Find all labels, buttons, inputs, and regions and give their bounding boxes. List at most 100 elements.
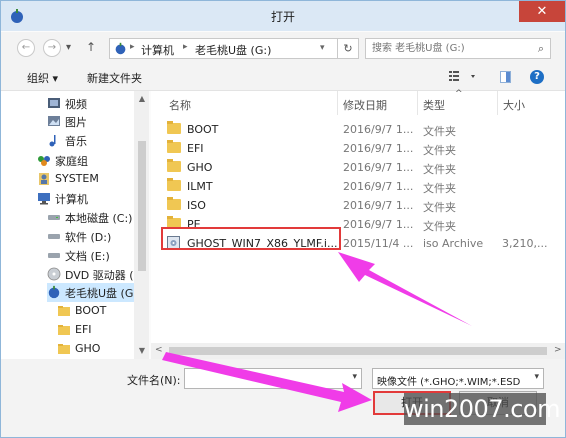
file-name: EFI xyxy=(187,142,204,155)
watermark: win2007.com xyxy=(404,393,560,425)
folder-icon xyxy=(167,197,181,210)
file-row[interactable]: EFI 2016/9/7 1... 文件夹 xyxy=(163,139,549,158)
nav-item-label: DVD 驱动器 (F xyxy=(65,269,140,282)
filename-label: 文件名(N): xyxy=(127,374,181,387)
usb-drive-icon xyxy=(48,285,60,299)
back-button[interactable]: ← xyxy=(17,39,35,57)
file-type: 文件夹 xyxy=(423,220,456,233)
file-name: GHO xyxy=(187,161,213,174)
close-button[interactable]: ✕ xyxy=(519,1,565,22)
organize-button[interactable]: 组织 ▾ xyxy=(27,70,58,86)
title-bar[interactable]: 打开 ✕ xyxy=(1,1,565,31)
chevron-down-icon[interactable]: ▾ xyxy=(352,372,357,382)
file-date: 2016/9/7 1... xyxy=(343,142,414,155)
file-row[interactable]: BOOT 2016/9/7 1... 文件夹 xyxy=(163,120,549,139)
nav-item-label: 视频 xyxy=(65,98,87,111)
window-title: 打开 xyxy=(270,10,295,24)
music-icon xyxy=(49,135,56,147)
drive-icon xyxy=(48,234,60,239)
refresh-button[interactable]: ↻ xyxy=(337,38,359,59)
file-type: 文件夹 xyxy=(423,163,456,176)
new-folder-button[interactable]: 新建文件夹 xyxy=(87,70,142,86)
nav-scrollbar[interactable]: ▲ ▼ xyxy=(134,91,149,359)
video-icon xyxy=(48,98,60,108)
file-list: 名称 修改日期 类型 ^ 大小 BOOT 2016/9/7 1... 文件夹 E… xyxy=(151,89,565,359)
navigation-pane: 视频 图片 音乐 家庭组 SYSTEM 计算机 本地磁盘 (C:) 软件 (D:… xyxy=(1,91,149,359)
file-name: BOOT xyxy=(187,123,219,136)
address-bar[interactable]: ▸ 计算机 ▸ 老毛桃U盘 (G:) ▾ xyxy=(109,38,359,59)
column-name[interactable]: 名称 xyxy=(169,97,191,113)
view-options-icon[interactable] xyxy=(447,69,479,85)
drive-icon xyxy=(48,215,60,220)
search-input[interactable] xyxy=(372,41,522,56)
scrollbar-thumb[interactable] xyxy=(169,347,547,355)
drive-icon xyxy=(48,253,60,258)
toolbar: 组织 ▾ 新建文件夹 ? xyxy=(1,64,565,91)
file-date: 2016/9/7 1... xyxy=(343,123,414,136)
up-button[interactable]: ↑ xyxy=(86,40,96,54)
nav-item-label: SYSTEM xyxy=(55,172,99,185)
nav-item-label: 本地磁盘 (C:) xyxy=(65,212,133,225)
nav-item-label: 计算机 xyxy=(55,193,88,206)
user-icon xyxy=(39,173,49,185)
breadcrumb-separator-icon: ▸ xyxy=(183,42,188,52)
file-date: 2015/11/4 ... xyxy=(343,237,414,250)
column-divider[interactable] xyxy=(417,91,418,115)
scroll-up-icon[interactable]: ▲ xyxy=(137,94,147,103)
nav-item-label: BOOT xyxy=(75,304,107,317)
computer-icon xyxy=(38,193,50,205)
preview-pane-icon[interactable] xyxy=(500,71,511,83)
recent-locations-icon[interactable]: ▾ xyxy=(66,42,71,53)
breadcrumb-separator-icon: ▸ xyxy=(130,42,135,52)
picture-icon xyxy=(48,116,60,126)
sort-indicator-icon: ^ xyxy=(455,89,463,99)
file-type: iso Archive xyxy=(423,237,484,250)
homegroup-icon xyxy=(38,156,50,166)
help-icon[interactable]: ? xyxy=(530,70,544,84)
file-date: 2016/9/7 1... xyxy=(343,199,414,212)
horizontal-scrollbar[interactable]: < > xyxy=(151,343,565,359)
filetype-select[interactable]: 映像文件 (*.GHO;*.WIM;*.ESD ▾ xyxy=(372,368,544,389)
nav-item-label: 图片 xyxy=(65,116,87,129)
filename-input[interactable]: ▾ xyxy=(184,368,362,389)
scroll-right-icon[interactable]: > xyxy=(554,345,562,355)
dvd-icon xyxy=(47,267,61,281)
address-row: ← → ▾ ↑ ▸ 计算机 ▸ 老毛桃U盘 (G:) ▾ ↻ ⌕ xyxy=(1,32,565,64)
filetype-value: 映像文件 (*.GHO;*.WIM;*.ESD xyxy=(377,377,521,388)
column-divider[interactable] xyxy=(337,91,338,115)
file-type: 文件夹 xyxy=(423,125,456,138)
file-name: ISO xyxy=(187,199,206,212)
folder-icon xyxy=(167,121,181,134)
chevron-down-icon[interactable]: ▾ xyxy=(534,372,539,382)
open-file-dialog: 打开 ✕ ← → ▾ ↑ ▸ 计算机 ▸ 老毛桃U盘 (G:) ▾ ↻ ⌕ 组织… xyxy=(0,0,566,438)
file-type: 文件夹 xyxy=(423,144,456,157)
file-row[interactable]: GHO 2016/9/7 1... 文件夹 xyxy=(163,158,549,177)
nav-item-usb-drive[interactable]: 老毛桃U盘 (G:) xyxy=(47,283,141,302)
search-box[interactable]: ⌕ xyxy=(365,38,551,59)
column-size[interactable]: 大小 xyxy=(503,97,525,113)
file-type: 文件夹 xyxy=(423,182,456,195)
folder-icon xyxy=(167,159,181,172)
breadcrumb-usb-drive[interactable]: 老毛桃U盘 (G:) xyxy=(195,42,271,58)
address-dropdown-icon[interactable]: ▾ xyxy=(320,43,325,53)
file-date: 2016/9/7 1... xyxy=(343,161,414,174)
breadcrumb-computer[interactable]: 计算机 xyxy=(141,42,174,58)
nav-item-label: GHO xyxy=(75,342,101,355)
file-date: 2016/9/7 1... xyxy=(343,218,414,231)
search-icon[interactable]: ⌕ xyxy=(538,42,544,56)
folder-icon xyxy=(167,178,181,191)
column-type[interactable]: 类型 xyxy=(423,97,445,113)
scroll-down-icon[interactable]: ▼ xyxy=(137,346,147,355)
nav-item-label: 家庭组 xyxy=(55,155,88,168)
scrollbar-thumb[interactable] xyxy=(138,141,146,271)
file-row[interactable]: ILMT 2016/9/7 1... 文件夹 xyxy=(163,177,549,196)
folder-icon xyxy=(58,325,70,335)
forward-button[interactable]: → xyxy=(43,39,61,57)
scroll-left-icon[interactable]: < xyxy=(155,345,163,355)
folder-icon xyxy=(167,140,181,153)
file-name: ILMT xyxy=(187,180,213,193)
file-type: 文件夹 xyxy=(423,201,456,214)
file-row[interactable]: ISO 2016/9/7 1... 文件夹 xyxy=(163,196,549,215)
column-divider[interactable] xyxy=(497,91,498,115)
column-date[interactable]: 修改日期 xyxy=(343,97,387,113)
